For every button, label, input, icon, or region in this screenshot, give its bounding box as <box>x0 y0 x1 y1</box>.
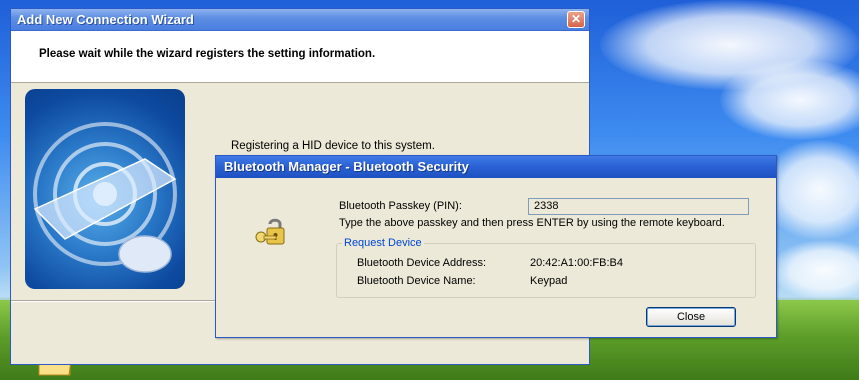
instruction-text: Type the above passkey and then press EN… <box>339 217 725 229</box>
key-lock-icon <box>255 218 285 245</box>
device-address-value: 20:42:A1:00:FB:B4 <box>530 257 623 269</box>
wizard-status-text: Registering a HID device to this system. <box>231 140 435 152</box>
passkey-field[interactable]: 2338 <box>528 198 749 215</box>
cloud <box>770 240 859 300</box>
close-icon[interactable]: ✕ <box>567 11 585 28</box>
bluetooth-security-dialog: Bluetooth Manager - Bluetooth Security B… <box>215 155 777 338</box>
passkey-label: Bluetooth Passkey (PIN): <box>339 200 462 212</box>
close-button[interactable]: Close <box>646 307 736 327</box>
device-name-label: Bluetooth Device Name: <box>357 275 476 287</box>
wizard-header-text: Please wait while the wizard registers t… <box>39 48 376 60</box>
request-device-title: Request Device <box>342 237 424 249</box>
bt-title: Bluetooth Manager - Bluetooth Security <box>224 159 469 174</box>
cloud <box>720 60 859 140</box>
wizard-titlebar[interactable]: Add New Connection Wizard ✕ <box>11 9 589 31</box>
request-device-group <box>336 243 756 298</box>
bt-titlebar[interactable]: Bluetooth Manager - Bluetooth Security <box>216 156 776 178</box>
device-name-value: Keypad <box>530 275 568 287</box>
bluetooth-keyboard-illustration <box>25 89 185 289</box>
device-address-label: Bluetooth Device Address: <box>357 257 487 269</box>
wizard-header: Please wait while the wizard registers t… <box>11 31 589 83</box>
wizard-title: Add New Connection Wizard <box>17 12 194 27</box>
